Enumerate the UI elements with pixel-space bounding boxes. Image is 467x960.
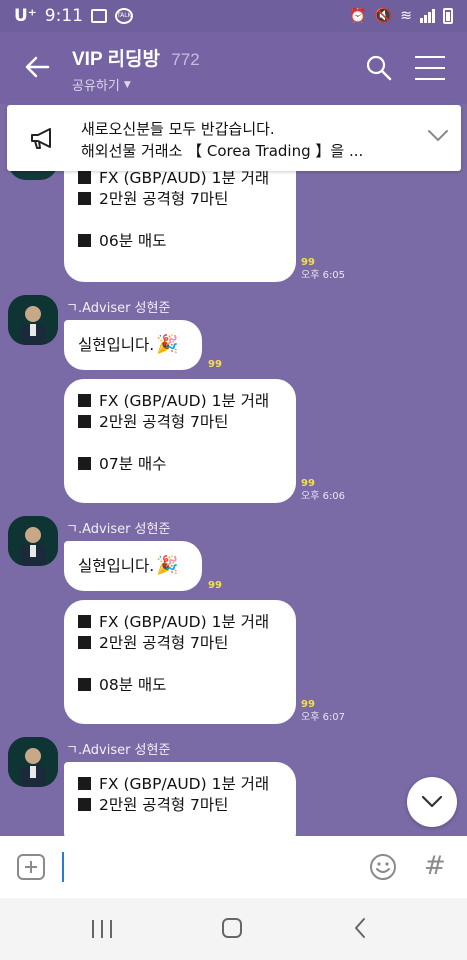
message-line: FX (GBP/AUD) 1분 거래 bbox=[78, 612, 282, 633]
share-label: 공유하기 bbox=[72, 79, 120, 94]
input-bar: # bbox=[0, 836, 467, 898]
menu-icon[interactable] bbox=[415, 56, 445, 80]
message-input[interactable] bbox=[62, 852, 342, 882]
status-bar: U⁺ 9:11 TALK ⏰ 🔇 ≋ bbox=[0, 0, 467, 32]
message-time: 오후 6:06 bbox=[301, 491, 346, 502]
message-line: FX (GBP/AUD) 1분 거래 bbox=[78, 391, 282, 412]
notice-text: 새로오신분들 모두 반갑습니다. 해외선물 거래소 【 Corea Tradin… bbox=[81, 118, 363, 162]
message-line: 2만원 공격형 7마틴 bbox=[78, 633, 282, 654]
home-icon[interactable] bbox=[222, 918, 242, 938]
scroll-to-bottom-button[interactable] bbox=[407, 777, 457, 827]
read-count: 99 bbox=[301, 699, 315, 710]
gallery-icon bbox=[90, 9, 107, 23]
back-arrow-icon bbox=[25, 56, 50, 78]
message-line: 실현입니다. 🎉 bbox=[78, 334, 179, 355]
share-button[interactable]: 공유하기 ▼ bbox=[72, 75, 200, 94]
chevron-down-icon[interactable] bbox=[427, 129, 449, 143]
caret-down-icon: ▼ bbox=[123, 79, 131, 90]
read-count: 99 bbox=[208, 359, 222, 370]
talk-notification-icon: TALK bbox=[114, 8, 133, 24]
message-meta: 99 오후 6:05 bbox=[301, 256, 345, 282]
chat-title-area[interactable]: VIP 리딩방 772 공유하기 ▼ bbox=[72, 44, 200, 94]
message-line: 07분 매수 bbox=[78, 454, 282, 475]
hash-icon[interactable]: # bbox=[424, 850, 450, 882]
avatar[interactable] bbox=[8, 737, 58, 787]
message-bubble[interactable]: 실현입니다. 🎉 bbox=[64, 541, 202, 591]
recents-icon[interactable] bbox=[92, 920, 112, 938]
message-line: FX (GBP/AUD) 1분 거래 bbox=[78, 168, 282, 189]
avatar[interactable] bbox=[8, 516, 58, 566]
notice-line: 새로오신분들 모두 반갑습니다. bbox=[81, 120, 275, 138]
message-bubble[interactable]: FX (GBP/AUD) 1분 거래 2만원 공격형 7마틴 bbox=[64, 762, 296, 836]
nav-back-icon[interactable] bbox=[352, 917, 368, 939]
message-line: 08분 매도 bbox=[78, 675, 282, 696]
message-line: 2만원 공격형 7마틴 bbox=[78, 795, 282, 816]
room-title: VIP 리딩방 772 bbox=[72, 44, 200, 71]
battery-icon bbox=[443, 8, 453, 24]
read-count: 99 bbox=[301, 257, 315, 268]
notice-line: 해외선물 거래소 【 Corea Trading 】을 ... bbox=[81, 142, 364, 160]
alarm-icon: ⏰ bbox=[349, 8, 367, 24]
sender-name: ㄱ.Adviser 성현준 bbox=[66, 522, 171, 537]
search-button[interactable] bbox=[365, 54, 393, 82]
chat-header: VIP 리딩방 772 공유하기 ▼ bbox=[0, 32, 467, 104]
message-meta: 99 오후 6:06 bbox=[301, 477, 345, 503]
room-name: VIP 리딩방 bbox=[72, 49, 161, 70]
message-line: 06분 매도 bbox=[78, 231, 282, 252]
notice-banner[interactable]: 새로오신분들 모두 반갑습니다. 해외선물 거래소 【 Corea Tradin… bbox=[7, 105, 461, 171]
back-button[interactable] bbox=[22, 52, 52, 82]
message-line: FX (GBP/AUD) 1분 거래 bbox=[78, 774, 282, 795]
carrier-label: U⁺ bbox=[14, 6, 37, 26]
party-popper-icon: 🎉 bbox=[156, 334, 179, 355]
member-count: 772 bbox=[171, 50, 200, 69]
sender-name: ㄱ.Adviser 성현준 bbox=[66, 743, 171, 758]
sender-name: ㄱ.Adviser 성현준 bbox=[66, 301, 171, 316]
wifi-icon: ≋ bbox=[400, 8, 412, 24]
message-meta: 99 오후 6:07 bbox=[301, 698, 345, 724]
system-nav-bar bbox=[0, 898, 467, 960]
message-list[interactable]: FX (GBP/AUD) 1분 거래 2만원 공격형 7마틴 06분 매도 99… bbox=[0, 104, 467, 836]
read-count: 99 bbox=[301, 478, 315, 489]
emoji-icon[interactable] bbox=[369, 853, 397, 881]
plus-icon[interactable] bbox=[17, 854, 45, 880]
clock: 9:11 bbox=[44, 6, 83, 26]
message-bubble[interactable]: FX (GBP/AUD) 1분 거래 2만원 공격형 7마틴 08분 매도 bbox=[64, 600, 296, 724]
mute-icon: 🔇 bbox=[374, 8, 393, 24]
search-icon bbox=[366, 55, 392, 81]
message-line: 2만원 공격형 7마틴 bbox=[78, 412, 282, 433]
message-bubble[interactable]: FX (GBP/AUD) 1분 거래 2만원 공격형 7마틴 07분 매수 bbox=[64, 379, 296, 503]
read-count: 99 bbox=[208, 580, 222, 591]
message-line: 실현입니다. 🎉 bbox=[78, 555, 179, 576]
message-bubble[interactable]: FX (GBP/AUD) 1분 거래 2만원 공격형 7마틴 06분 매도 bbox=[64, 156, 296, 282]
signal-icon bbox=[420, 9, 435, 23]
party-popper-icon: 🎉 bbox=[156, 555, 179, 576]
megaphone-icon bbox=[31, 128, 51, 149]
avatar[interactable] bbox=[8, 295, 58, 345]
message-line: 2만원 공격형 7마틴 bbox=[78, 189, 282, 210]
message-time: 오후 6:07 bbox=[301, 712, 346, 723]
message-bubble[interactable]: 실현입니다. 🎉 bbox=[64, 320, 202, 370]
chevron-down-icon bbox=[421, 795, 443, 808]
message-time: 오후 6:05 bbox=[301, 270, 346, 281]
